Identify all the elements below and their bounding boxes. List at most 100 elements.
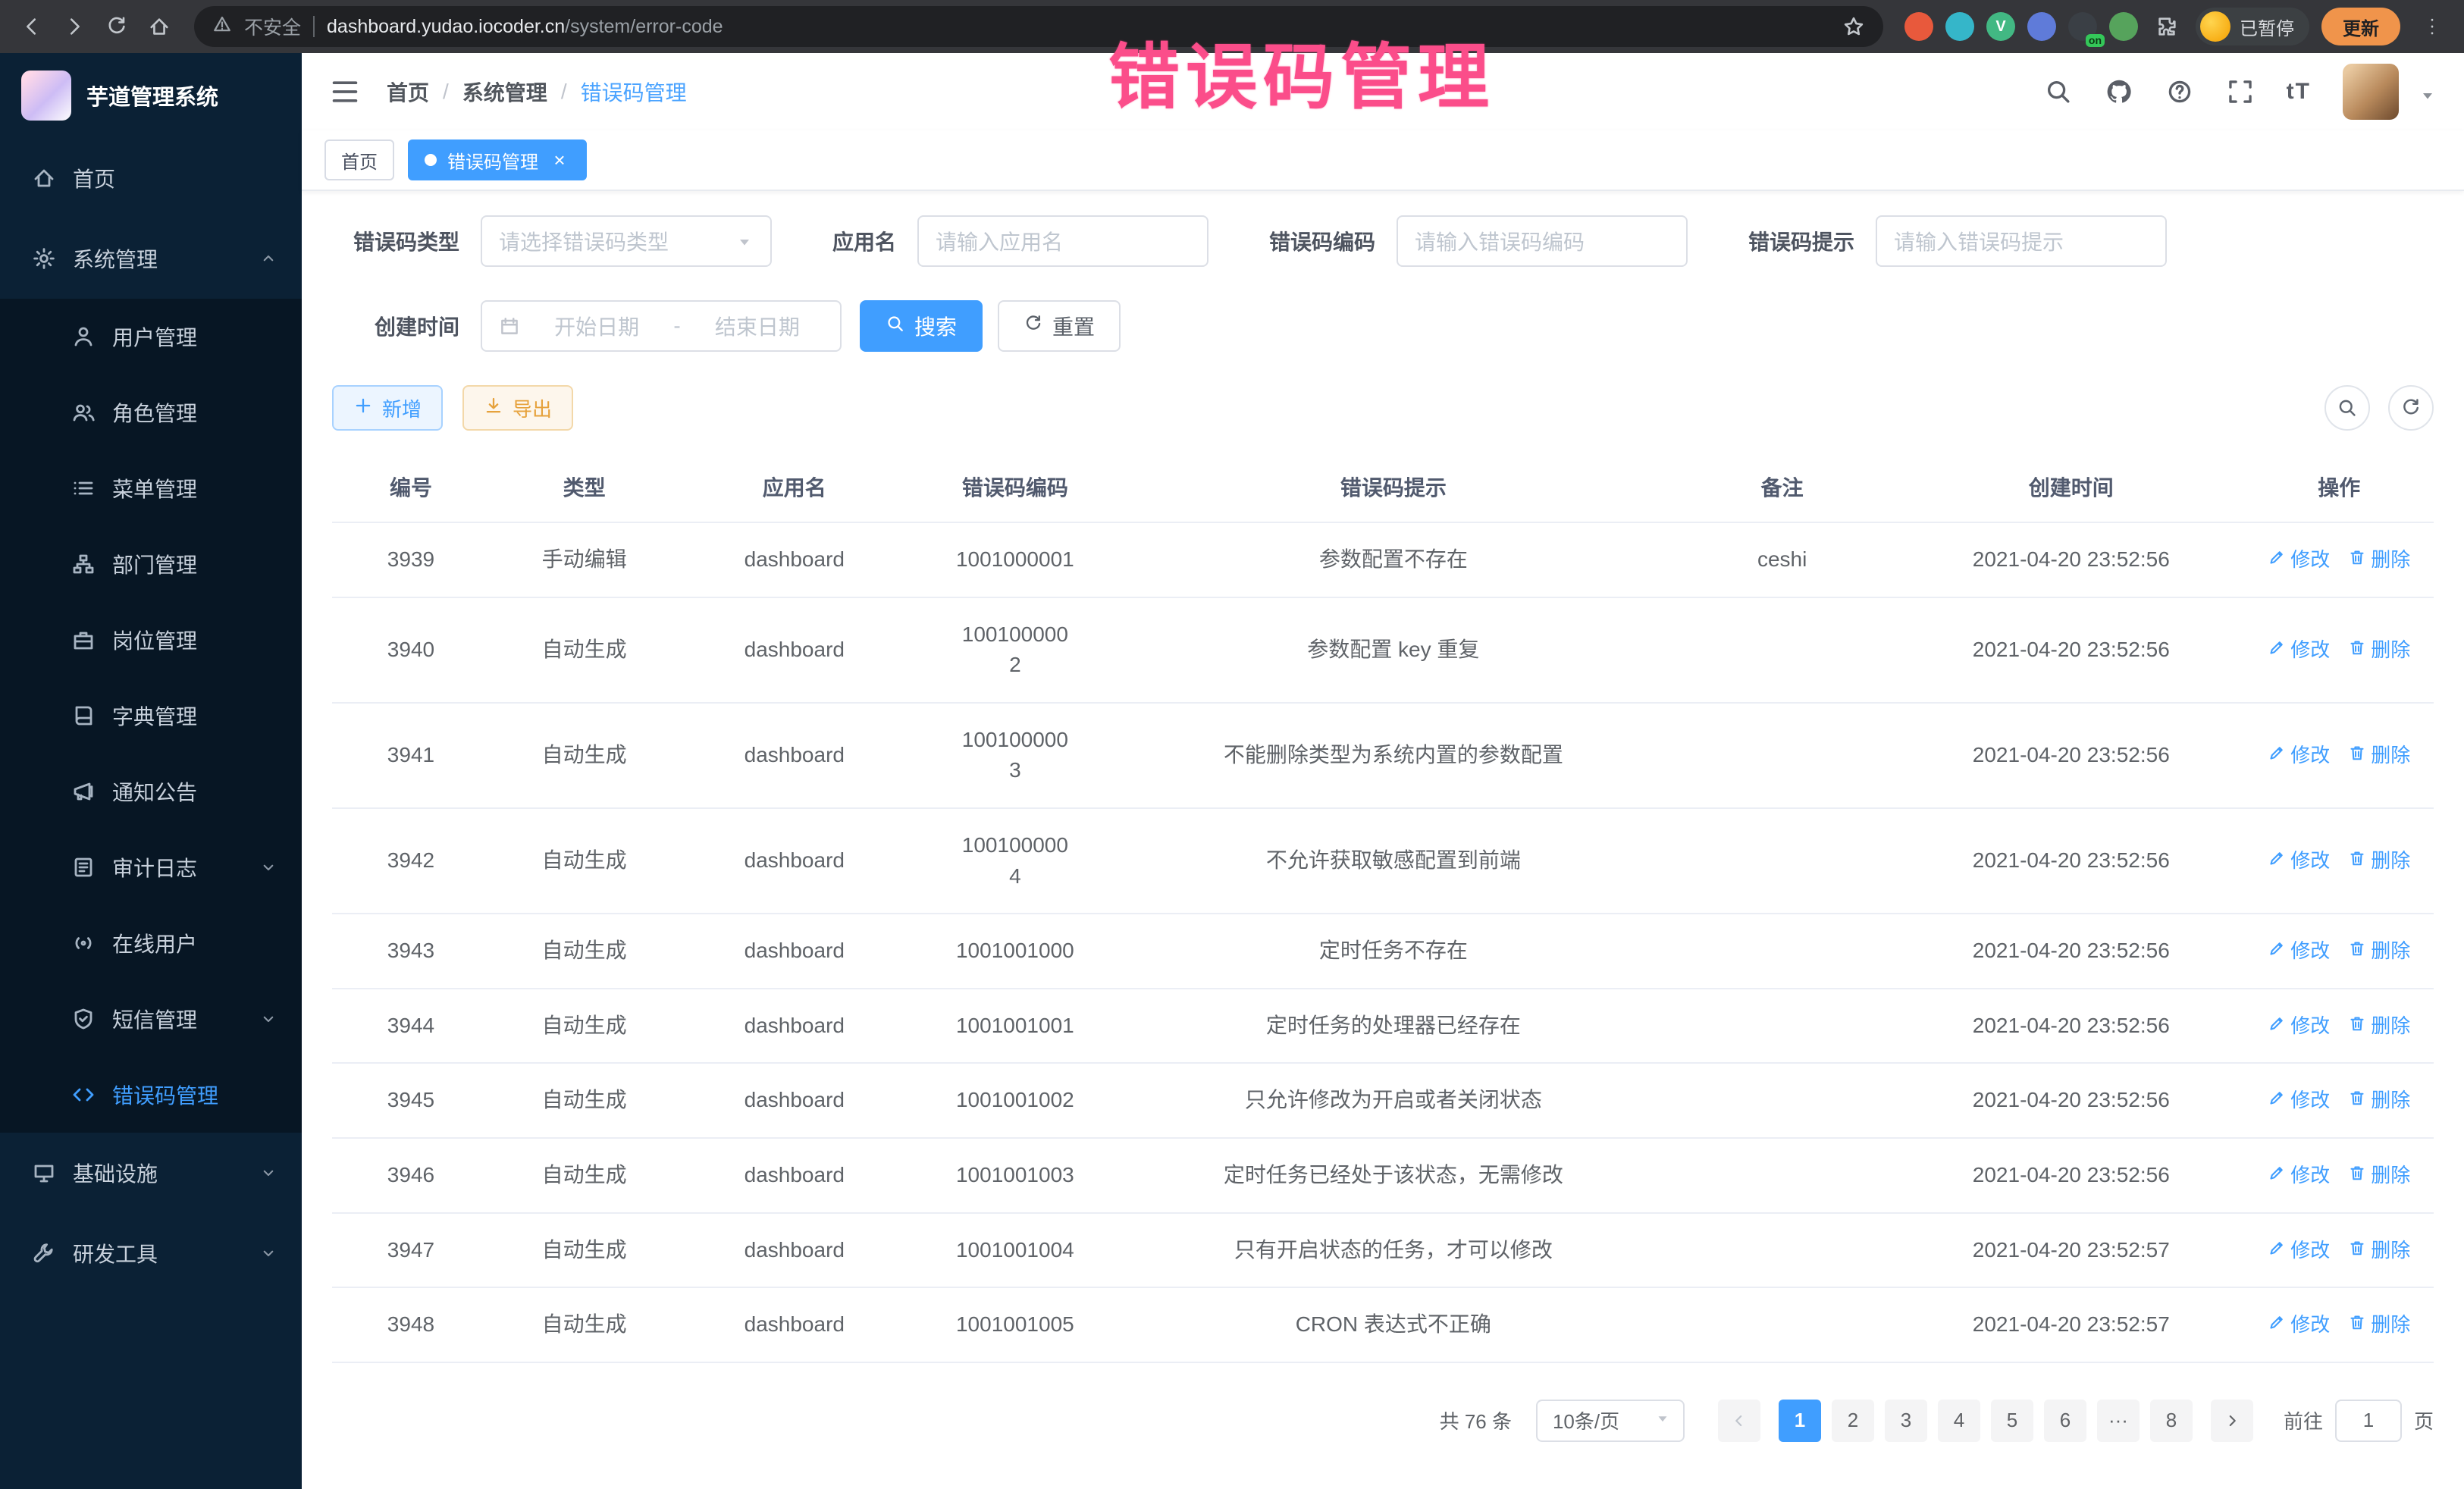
help-icon[interactable] (2165, 77, 2194, 106)
chevron-down-icon[interactable] (2419, 83, 2437, 101)
page-button-4[interactable]: 4 (1938, 1400, 1980, 1442)
search-icon[interactable] (2044, 77, 2073, 106)
cell-id: 3945 (332, 1063, 490, 1138)
column-header[interactable]: 编号 (332, 452, 490, 522)
sidebar-item[interactable]: 用户管理 (0, 299, 302, 375)
delete-link[interactable]: 删除 (2348, 546, 2410, 575)
profile-paused-badge[interactable]: 已暂停 (2196, 8, 2309, 45)
sidebar-item[interactable]: 菜单管理 (0, 450, 302, 526)
sidebar-item[interactable]: 研发工具 (0, 1213, 302, 1293)
delete-link[interactable]: 删除 (2348, 937, 2410, 966)
delete-link[interactable]: 删除 (2348, 847, 2410, 876)
browser-menu-icon[interactable] (2412, 7, 2452, 46)
delete-link[interactable]: 删除 (2348, 1311, 2410, 1340)
extensions-puzzle-icon[interactable] (2147, 7, 2187, 46)
column-header[interactable]: 类型 (490, 452, 679, 522)
delete-link[interactable]: 删除 (2348, 741, 2410, 770)
edit-link[interactable]: 修改 (2268, 937, 2330, 966)
close-icon[interactable]: × (549, 149, 570, 171)
sidebar-item[interactable]: 字典管理 (0, 678, 302, 754)
extension-icon[interactable] (2109, 12, 2138, 41)
back-icon[interactable] (12, 7, 52, 46)
hamburger-icon[interactable] (329, 76, 361, 108)
edit-link[interactable]: 修改 (2268, 1161, 2330, 1190)
column-header[interactable]: 创建时间 (1898, 452, 2244, 522)
delete-link[interactable]: 删除 (2348, 1237, 2410, 1265)
browser-update-button[interactable]: 更新 (2321, 8, 2400, 45)
font-size-icon[interactable]: tT (2287, 79, 2311, 105)
column-header[interactable]: 应用名 (679, 452, 910, 522)
sidebar-item[interactable]: 通知公告 (0, 754, 302, 829)
page-button-1[interactable]: 1 (1779, 1400, 1821, 1442)
edit-link[interactable]: 修改 (2268, 636, 2330, 665)
column-header[interactable]: 操作 (2244, 452, 2434, 522)
edit-link[interactable]: 修改 (2268, 847, 2330, 876)
cell-time: 2021-04-20 23:52:56 (1898, 703, 2244, 808)
edit-link[interactable]: 修改 (2268, 1012, 2330, 1041)
app-name-input[interactable]: 请输入应用名 (917, 215, 1208, 267)
page-button-3[interactable]: 3 (1885, 1400, 1927, 1442)
extension-icon[interactable] (1945, 12, 1974, 41)
create-time-range-picker[interactable]: 开始日期 - 结束日期 (481, 300, 842, 352)
sidebar-item[interactable]: 部门管理 (0, 526, 302, 602)
edit-link[interactable]: 修改 (2268, 741, 2330, 770)
extension-icon[interactable] (1904, 12, 1933, 41)
delete-link[interactable]: 删除 (2348, 636, 2410, 665)
reset-button[interactable]: 重置 (998, 300, 1121, 352)
page-size-select[interactable]: 10条/页 (1536, 1400, 1685, 1442)
sidebar-item[interactable]: 审计日志 (0, 829, 302, 905)
sidebar-item[interactable]: 短信管理 (0, 981, 302, 1057)
page-button-8[interactable]: 8 (2150, 1400, 2193, 1442)
prev-page-button[interactable] (1718, 1400, 1760, 1442)
column-header[interactable]: 错误码编码 (910, 452, 1120, 522)
extension-icon[interactable]: on (2068, 12, 2097, 41)
delete-link[interactable]: 删除 (2348, 1161, 2410, 1190)
browser-home-icon[interactable] (140, 7, 179, 46)
page-ellipsis[interactable]: ··· (2097, 1400, 2140, 1442)
sidebar-item[interactable]: 在线用户 (0, 905, 302, 981)
extension-icon[interactable] (2027, 12, 2056, 41)
edit-link[interactable]: 修改 (2268, 546, 2330, 575)
cell-id: 3940 (332, 597, 490, 703)
edit-link[interactable]: 修改 (2268, 1086, 2330, 1115)
sidebar-item[interactable]: 错误码管理 (0, 1057, 302, 1133)
delete-link[interactable]: 删除 (2348, 1012, 2410, 1041)
export-button[interactable]: 导出 (462, 385, 573, 431)
github-icon[interactable] (2105, 77, 2133, 106)
user-avatar[interactable] (2343, 64, 2399, 120)
table-header: 编号类型应用名错误码编码错误码提示备注创建时间操作 (332, 452, 2434, 522)
extension-icon[interactable]: V (1986, 12, 2015, 41)
breadcrumb-item[interactable]: 首页 (387, 77, 429, 107)
delete-link[interactable]: 删除 (2348, 1086, 2410, 1115)
column-header[interactable]: 备注 (1666, 452, 1898, 522)
refresh-table-button[interactable] (2388, 385, 2434, 431)
search-button[interactable]: 搜索 (860, 300, 983, 352)
error-type-select[interactable]: 请选择错误码类型 (481, 215, 772, 267)
edit-link[interactable]: 修改 (2268, 1311, 2330, 1340)
goto-page-input[interactable]: 1 (2335, 1400, 2402, 1442)
toggle-search-button[interactable] (2324, 385, 2370, 431)
sidebar-item[interactable]: 角色管理 (0, 375, 302, 450)
edit-link[interactable]: 修改 (2268, 1237, 2330, 1265)
sidebar-item[interactable]: 首页 (0, 138, 302, 218)
tab-1[interactable]: 错误码管理× (408, 139, 587, 180)
tab-0[interactable]: 首页 (324, 139, 394, 180)
sidebar-item[interactable]: 系统管理 (0, 218, 302, 299)
page-button-2[interactable]: 2 (1832, 1400, 1874, 1442)
reload-icon[interactable] (97, 7, 136, 46)
fullscreen-icon[interactable] (2226, 77, 2255, 106)
sidebar-item[interactable]: 岗位管理 (0, 602, 302, 678)
sidebar-item[interactable]: 基础设施 (0, 1133, 302, 1213)
error-hint-input[interactable]: 请输入错误码提示 (1876, 215, 2167, 267)
page-button-6[interactable]: 6 (2044, 1400, 2086, 1442)
forward-icon[interactable] (55, 7, 94, 46)
error-code-input[interactable]: 请输入错误码编码 (1397, 215, 1688, 267)
sidebar-item-label: 短信管理 (112, 1004, 197, 1034)
bookmark-star-icon[interactable] (1842, 15, 1865, 38)
next-page-button[interactable] (2211, 1400, 2253, 1442)
column-header[interactable]: 错误码提示 (1120, 452, 1666, 522)
breadcrumb-item[interactable]: 系统管理 (462, 77, 547, 107)
add-button[interactable]: 新增 (332, 385, 443, 431)
page-button-5[interactable]: 5 (1991, 1400, 2033, 1442)
address-bar[interactable]: 不安全 dashboard.yudao.iocoder.cn/system/er… (194, 6, 1883, 47)
